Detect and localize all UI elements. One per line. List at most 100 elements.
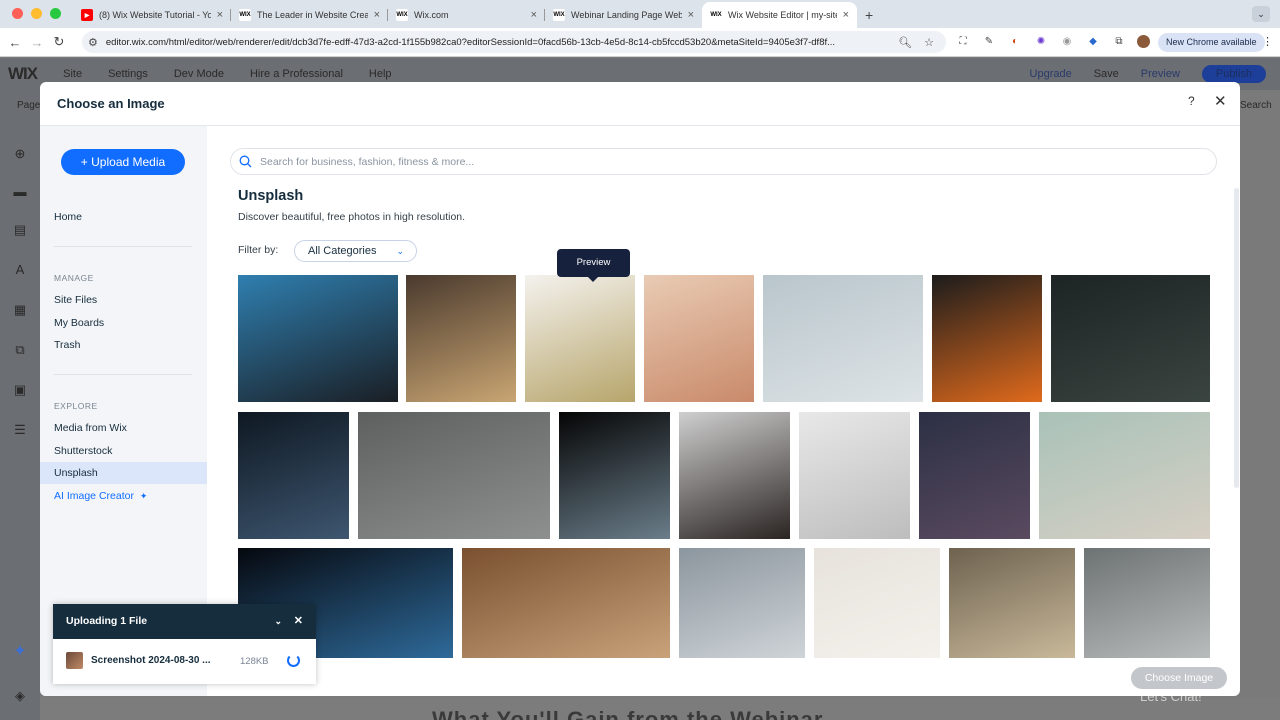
cyclist-white-photo[interactable] xyxy=(799,412,910,539)
penguin-colony-photo[interactable] xyxy=(358,412,550,539)
new-chrome-available-button[interactable]: New Chrome available xyxy=(1158,33,1265,52)
editor-menu-item[interactable]: Hire a Professional xyxy=(250,68,343,80)
sidebar-item-my-boards[interactable]: My Boards xyxy=(54,317,104,329)
image-search-input[interactable]: Search for business, fashion, fitness & … xyxy=(230,148,1217,175)
browser-tab[interactable]: ▶ (8) Wix Website Tutorial - You × xyxy=(73,2,231,28)
upload-file-row: Screenshot 2024-08-30 ... 128KB xyxy=(53,639,316,684)
sparkling-water-photo[interactable] xyxy=(238,412,349,539)
tab-title: (8) Wix Website Tutorial - You xyxy=(99,10,211,20)
browser-tab[interactable]: WIX Wix.com × xyxy=(388,2,545,28)
publish-button[interactable]: Publish xyxy=(1201,65,1266,83)
url-text[interactable]: editor.wix.com/html/editor/web/renderer/… xyxy=(106,37,892,48)
close-icon[interactable]: ✕ xyxy=(1214,92,1227,110)
city-poster-photo[interactable] xyxy=(644,275,754,402)
close-tab-icon[interactable]: × xyxy=(374,9,380,21)
dark-mountain-photo[interactable] xyxy=(1051,275,1210,402)
close-tab-icon[interactable]: × xyxy=(217,9,223,21)
white-flower-photo[interactable] xyxy=(525,275,635,402)
close-window-icon[interactable] xyxy=(12,8,23,19)
editor-menu-item[interactable]: Help xyxy=(369,68,392,80)
page-selector-label[interactable]: Page xyxy=(17,100,40,111)
space-rock-photo[interactable] xyxy=(559,412,670,539)
dried-flowers-photo[interactable] xyxy=(949,548,1075,658)
close-tab-icon[interactable]: × xyxy=(688,9,694,21)
vpn-extension-icon[interactable]: ◉ xyxy=(1059,34,1075,50)
sidebar-item-media-from-wix[interactable]: Media from Wix xyxy=(54,422,127,434)
maximize-window-icon[interactable] xyxy=(50,8,61,19)
bookmark-star-icon[interactable]: ☆ xyxy=(924,36,934,49)
editor-menu-item[interactable]: Site xyxy=(63,68,82,80)
profile-avatar[interactable] xyxy=(1137,35,1150,48)
puzzle-extensions-icon[interactable]: ⧉ xyxy=(1111,34,1127,50)
browser-menu-icon[interactable]: ⋮ xyxy=(1262,35,1273,48)
sidebar-item-site-files[interactable]: Site Files xyxy=(54,294,97,306)
site-info-icon[interactable]: ⚙ xyxy=(88,36,98,49)
camera-gimbal-photo[interactable] xyxy=(238,275,398,402)
browser-tab[interactable]: WIX The Leader in Website Creati × xyxy=(231,2,388,28)
media-icon[interactable]: ▣ xyxy=(12,382,28,398)
gear-extension-icon[interactable]: ✺ xyxy=(1033,34,1049,50)
window-controls xyxy=(0,8,73,28)
upgrade-button[interactable]: Upgrade xyxy=(1030,68,1072,80)
save-button[interactable]: Save xyxy=(1094,68,1119,80)
sidebar-item-home[interactable]: Home xyxy=(54,211,82,223)
foggy-building-photo[interactable] xyxy=(679,548,805,658)
hoodie-sunglasses-photo[interactable] xyxy=(814,548,940,658)
browser-tab[interactable]: WIX Wix Website Editor | my-site- × xyxy=(702,2,857,28)
layers-icon[interactable]: ◈ xyxy=(12,688,28,704)
tab-search-chevron-icon[interactable]: ⌄ xyxy=(1252,6,1270,22)
choose-image-button[interactable]: Choose Image xyxy=(1131,667,1227,689)
tab-title: Webinar Landing Page Websi xyxy=(571,10,682,20)
sections-icon[interactable]: ▬ xyxy=(12,184,28,200)
sidebar-item-trash[interactable]: Trash xyxy=(54,339,80,351)
mountain-valley-photo[interactable] xyxy=(1084,548,1210,658)
collapse-chevron-icon[interactable]: ⌄ xyxy=(274,604,282,639)
desert-sculpture-photo[interactable] xyxy=(763,275,923,402)
eyedropper-extension-icon[interactable]: ✎ xyxy=(981,34,997,50)
forward-arrow-icon[interactable]: → xyxy=(26,35,48,50)
scrollbar[interactable] xyxy=(1234,188,1239,488)
color-extension-icon[interactable]: ◐ xyxy=(1007,34,1023,50)
upload-file-name: Screenshot 2024-08-30 ... xyxy=(91,655,211,666)
close-tab-icon[interactable]: × xyxy=(531,9,537,21)
business-icon[interactable]: ⧉ xyxy=(12,342,28,358)
pages-icon[interactable]: ▤ xyxy=(12,222,28,238)
aerial-terrain-photo[interactable] xyxy=(1039,412,1210,539)
add-elements-icon[interactable]: ⊕ xyxy=(12,146,28,162)
screenshot-extension-icon[interactable]: ⛶ xyxy=(955,34,971,50)
close-upload-icon[interactable]: ✕ xyxy=(294,604,303,639)
reload-icon[interactable]: ↻ xyxy=(48,34,70,50)
cms-icon[interactable]: ☰ xyxy=(12,422,28,438)
close-tab-icon[interactable]: × xyxy=(843,9,849,21)
manage-heading: MANAGE xyxy=(54,273,94,283)
sidebar-divider xyxy=(54,374,192,375)
help-icon[interactable]: ? xyxy=(1188,94,1195,108)
sidebar-item-shutterstock[interactable]: Shutterstock xyxy=(54,445,112,457)
category-filter-dropdown[interactable]: All Categories ⌄ xyxy=(294,240,417,262)
browser-tab[interactable]: WIX Webinar Landing Page Websi × xyxy=(545,2,702,28)
minimize-window-icon[interactable] xyxy=(31,8,42,19)
ai-assistant-sparkle-icon[interactable]: ✦ xyxy=(8,641,32,665)
car-window-person-photo[interactable] xyxy=(932,275,1042,402)
design-icon[interactable]: A xyxy=(12,262,28,278)
file-thumbnail xyxy=(66,652,83,669)
dj-mixer-photo[interactable] xyxy=(679,412,790,539)
wooden-office-photo[interactable] xyxy=(462,548,670,658)
upload-file-size: 128KB xyxy=(240,656,269,667)
sidebar-item-ai-image-creator[interactable]: AI Image Creator ✦ xyxy=(54,490,147,502)
new-tab-button[interactable]: + xyxy=(857,7,881,28)
media-main-panel: Search for business, fashion, fitness & … xyxy=(207,126,1240,696)
preview-button[interactable]: Preview xyxy=(1141,68,1180,80)
editor-menu-item[interactable]: Dev Mode xyxy=(174,68,224,80)
apps-icon[interactable]: ▦ xyxy=(12,302,28,318)
zoom-icon[interactable]: 🔍︎ xyxy=(898,36,912,49)
upload-media-button[interactable]: + Upload Media xyxy=(61,149,185,175)
monolith-dusk-photo[interactable] xyxy=(919,412,1030,539)
window-room-photo[interactable] xyxy=(406,275,516,402)
editor-menu-item[interactable]: Settings xyxy=(108,68,148,80)
editor-search-label[interactable]: Search xyxy=(1240,100,1272,111)
sidebar-item-unsplash[interactable]: Unsplash xyxy=(54,467,98,479)
tag-extension-icon[interactable]: ◆ xyxy=(1085,34,1101,50)
back-arrow-icon[interactable]: ← xyxy=(4,35,26,50)
address-bar[interactable]: ⚙ editor.wix.com/html/editor/web/rendere… xyxy=(82,31,946,53)
